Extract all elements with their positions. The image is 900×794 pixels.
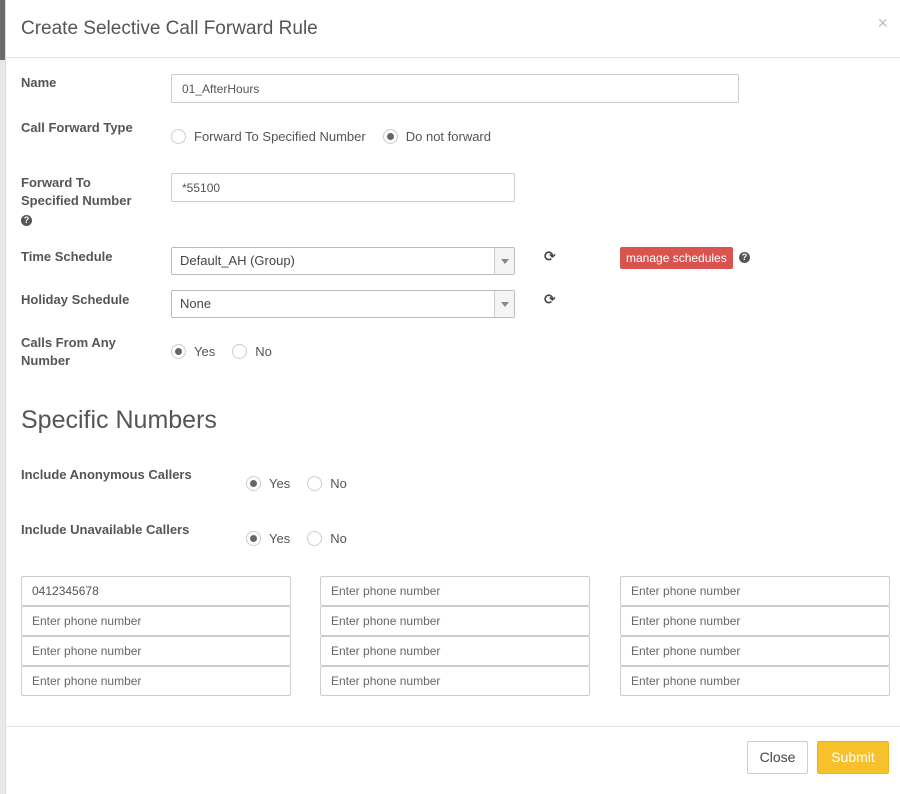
- yes-label: Yes: [269, 531, 291, 546]
- radio-button-selected[interactable]: [171, 344, 186, 359]
- phone-number-input[interactable]: [620, 666, 890, 696]
- radio-button-selected[interactable]: [246, 531, 261, 546]
- include-anonymous-radio-group: Yes No: [246, 476, 364, 491]
- calls-from-any-no-option[interactable]: No: [232, 344, 272, 359]
- modal-header: Create Selective Call Forward Rule ×: [6, 0, 900, 58]
- phone-number-input[interactable]: [320, 576, 590, 606]
- no-label: No: [330, 476, 347, 491]
- close-icon[interactable]: ×: [877, 14, 888, 32]
- holiday-schedule-label: Holiday Schedule: [21, 292, 130, 307]
- close-button[interactable]: Close: [747, 741, 808, 774]
- phone-number-input[interactable]: [320, 666, 590, 696]
- forward-to-label-line2: Specified Number: [21, 193, 132, 208]
- name-label: Name: [21, 75, 57, 90]
- call-forward-type-radio-group: Forward To Specified Number Do not forwa…: [171, 129, 508, 144]
- question-circle-icon[interactable]: ?: [739, 252, 750, 263]
- do-not-forward-label: Do not forward: [405, 129, 491, 144]
- calls-from-any-radio-group: Yes No: [171, 344, 289, 359]
- manage-schedules-button[interactable]: manage schedules: [620, 247, 733, 269]
- yes-label: Yes: [194, 344, 216, 359]
- unavailable-no-option[interactable]: No: [307, 531, 347, 546]
- unavailable-yes-option[interactable]: Yes: [246, 531, 290, 546]
- phone-number-input[interactable]: [320, 636, 590, 666]
- holiday-schedule-select[interactable]: None: [171, 290, 515, 318]
- call-forward-type-label: Call Forward Type: [21, 120, 133, 135]
- question-circle-icon[interactable]: ?: [21, 215, 32, 226]
- refresh-icon[interactable]: ⟳: [544, 291, 556, 308]
- phone-number-input[interactable]: [21, 666, 291, 696]
- forward-specified-label: Forward To Specified Number: [194, 129, 366, 144]
- forward-number-input[interactable]: [171, 173, 515, 202]
- radio-button-selected[interactable]: [246, 476, 261, 491]
- time-schedule-value: Default_AH (Group): [180, 253, 295, 268]
- calls-from-any-label-line1: Calls From Any: [21, 335, 116, 350]
- phone-number-input[interactable]: [320, 606, 590, 636]
- radio-button[interactable]: [307, 531, 323, 546]
- submit-button[interactable]: Submit: [817, 741, 889, 774]
- radio-button-selected[interactable]: [382, 129, 398, 144]
- calls-from-any-yes-option[interactable]: Yes: [171, 344, 215, 359]
- chevron-down-icon[interactable]: [494, 291, 514, 317]
- calls-from-any-label: Calls From Any Number: [21, 334, 116, 370]
- chevron-down-icon[interactable]: [494, 248, 514, 274]
- radio-button[interactable]: [307, 476, 323, 491]
- phone-number-input[interactable]: [620, 576, 890, 606]
- phone-number-input[interactable]: [21, 576, 291, 606]
- do-not-forward-option[interactable]: Do not forward: [382, 129, 491, 144]
- forward-specified-option[interactable]: Forward To Specified Number: [171, 129, 366, 144]
- include-unavailable-label: Include Unavailable Callers: [21, 522, 190, 537]
- forward-to-label-line1: Forward To: [21, 175, 91, 190]
- modal-title: Create Selective Call Forward Rule: [21, 18, 318, 39]
- phone-number-input[interactable]: [21, 606, 291, 636]
- include-anonymous-label: Include Anonymous Callers: [21, 467, 192, 482]
- forward-to-label: Forward To Specified Number ?: [21, 174, 132, 228]
- anonymous-yes-option[interactable]: Yes: [246, 476, 290, 491]
- radio-button[interactable]: [171, 129, 186, 144]
- yes-label: Yes: [269, 476, 291, 491]
- create-rule-modal: Create Selective Call Forward Rule × Nam…: [5, 0, 900, 794]
- name-input[interactable]: [171, 74, 739, 103]
- time-schedule-select[interactable]: Default_AH (Group): [171, 247, 515, 275]
- include-unavailable-radio-group: Yes No: [246, 531, 364, 546]
- anonymous-no-option[interactable]: No: [307, 476, 347, 491]
- calls-from-any-label-line2: Number: [21, 353, 71, 368]
- refresh-icon[interactable]: ⟳: [544, 248, 556, 265]
- time-schedule-label: Time Schedule: [21, 249, 113, 264]
- phone-number-input[interactable]: [21, 636, 291, 666]
- holiday-schedule-value: None: [180, 296, 212, 311]
- phone-number-input[interactable]: [620, 606, 890, 636]
- no-label: No: [255, 344, 272, 359]
- phone-number-input[interactable]: [620, 636, 890, 666]
- specific-numbers-title: Specific Numbers: [21, 406, 217, 434]
- radio-button[interactable]: [232, 344, 248, 359]
- no-label: No: [330, 531, 347, 546]
